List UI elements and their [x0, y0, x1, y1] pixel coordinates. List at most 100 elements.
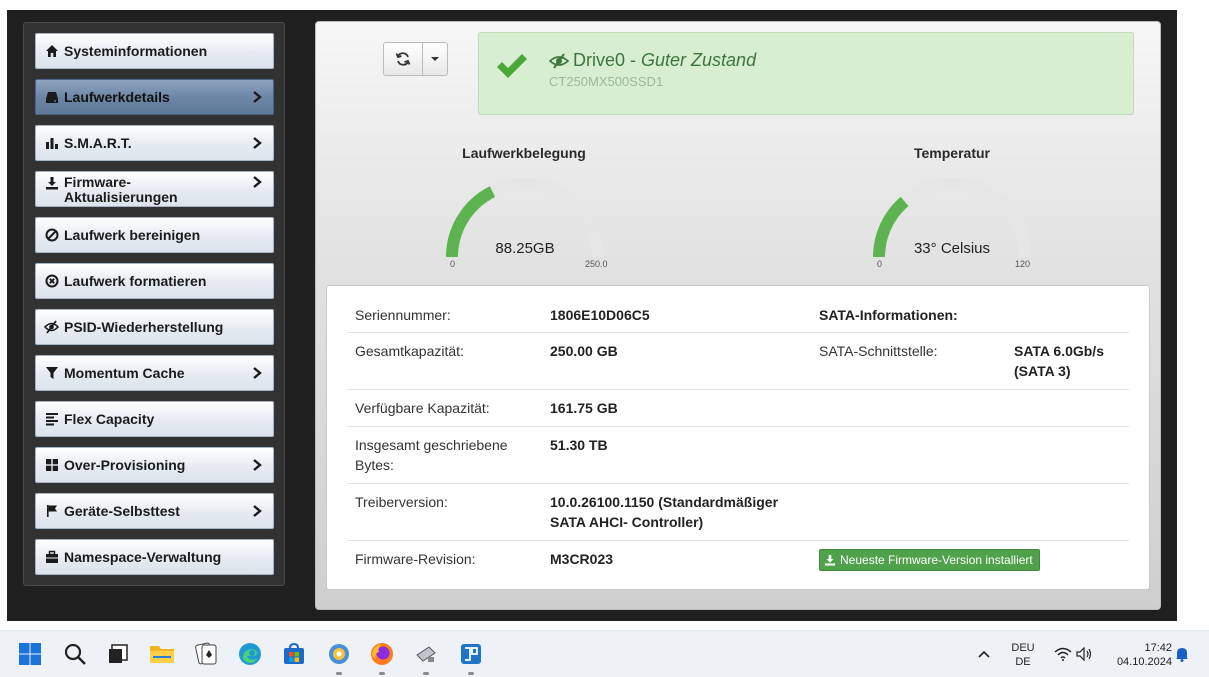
bar-chart-icon [44, 136, 59, 151]
sata-interface-line-1: SATA 6.0Gb/s [1014, 343, 1104, 359]
running-indicator [379, 672, 385, 675]
storage-executive-button[interactable] [458, 641, 484, 667]
written-value: 51.30 TB [550, 437, 608, 453]
firmware-status-text: Neueste Firmware-Version installiert [840, 553, 1033, 567]
clock-date: 04.10.2024 [1116, 656, 1172, 668]
sidebar-item-label: Flex Capacity [64, 410, 155, 427]
home-icon [44, 44, 59, 59]
refresh-options-dropdown[interactable] [423, 42, 448, 76]
serial-value: 1806E10D06C5 [550, 307, 650, 323]
sidebar-item-label: Namespace-Verwaltung [64, 548, 222, 565]
firefox-button[interactable] [369, 641, 395, 667]
table-row: Firmware-Revision: M3CR023 Neueste Firmw… [347, 541, 1129, 581]
drive-status-panel: Drive0 - Guter Zustand CT250MX500SSD1 [478, 32, 1134, 115]
firmware-status-badge[interactable]: Neueste Firmware-Version installiert [819, 549, 1040, 571]
usage-gauge-min: 0 [450, 259, 456, 269]
written-label-line-1: Insgesamt geschriebene [355, 437, 508, 453]
temperature-gauge-max: 120 [1015, 259, 1031, 269]
table-row: Seriennummer: 1806E10D06C5 SATA-Informat… [347, 296, 1129, 333]
usage-gauge-max: 250.0 [585, 259, 608, 269]
wifi-icon [1054, 647, 1072, 661]
windows-taskbar: DEU DE 17:42 04.10.2024 [0, 630, 1209, 677]
sidebar-item-laufwerk-formatieren[interactable]: Laufwerk formatieren [35, 263, 274, 299]
clock[interactable]: 17:42 04.10.2024 [1104, 641, 1172, 669]
search-button[interactable] [62, 641, 88, 667]
grid-icon [44, 458, 59, 473]
written-label: Insgesamt geschriebene Bytes: [355, 435, 508, 475]
label-line-2: Aktualisierungen [64, 189, 178, 205]
drive-name: Drive0 [573, 50, 626, 70]
sidebar-item-over-provisioning[interactable]: Over-Provisioning [35, 447, 274, 483]
driver-value: 10.0.26100.1150 (Standardmäßiger SATA AH… [550, 492, 778, 532]
chevron-right-icon [251, 175, 263, 189]
app-button-1[interactable] [326, 641, 352, 667]
circle-x-icon [44, 274, 59, 289]
sidebar-item-label: Laufwerk bereinigen [64, 226, 201, 243]
drive-details-table: Seriennummer: 1806E10D06C5 SATA-Informat… [326, 285, 1150, 590]
edge-browser-button[interactable] [237, 641, 263, 667]
start-button[interactable] [17, 641, 43, 667]
app-button-2[interactable] [413, 641, 439, 667]
sidebar-item-geraete-selbsttest[interactable]: Geräte-Selbsttest [35, 493, 274, 529]
usage-gauge-value: 88.25GB [495, 240, 555, 257]
notifications-button[interactable] [1172, 641, 1192, 667]
usb-drive-icon [416, 646, 436, 662]
sata-interface-label: SATA-Schnittstelle: [819, 343, 938, 359]
volume-icon [1076, 647, 1092, 661]
drive-icon [44, 90, 59, 105]
input-language-indicator[interactable]: DEU DE [1006, 641, 1040, 669]
sidebar-item-laufwerkdetails[interactable]: Laufwerkdetails [35, 79, 274, 115]
download-icon [44, 175, 59, 190]
drive-health-state: Guter Zustand [641, 50, 757, 70]
driver-value-line-1: 10.0.26100.1150 (Standardmäßiger [550, 494, 779, 510]
sidebar-item-momentum-cache[interactable]: Momentum Cache [35, 355, 274, 391]
sidebar-nav: Systeminformationen Laufwerkdetails S.M.… [23, 22, 285, 586]
globe-app-icon [329, 644, 349, 664]
sata-interface-value: SATA 6.0Gb/s (SATA 3) [1014, 341, 1104, 381]
sidebar-item-flex-capacity[interactable]: Flex Capacity [35, 401, 274, 437]
language-code: DEU [1011, 642, 1035, 654]
sidebar-item-namespace-verwaltung[interactable]: Namespace-Verwaltung [35, 539, 274, 575]
temperature-gauge-title: Temperatur [914, 145, 990, 161]
chevron-right-icon [251, 458, 263, 472]
windows-logo-icon [19, 643, 41, 665]
running-indicator [336, 672, 342, 675]
sidebar-item-label: Momentum Cache [64, 364, 185, 381]
sidebar-item-systeminformationen[interactable]: Systeminformationen [35, 33, 274, 69]
capacity-value: 250.00 GB [550, 343, 618, 359]
sidebar-item-label: Over-Provisioning [64, 456, 186, 473]
chevron-right-icon [251, 136, 263, 150]
check-icon [495, 51, 529, 86]
sidebar-item-label: Laufwerk formatieren [64, 272, 207, 289]
align-left-icon [44, 412, 59, 427]
refresh-button[interactable] [383, 42, 423, 76]
drive-model: CT250MX500SSD1 [549, 74, 664, 89]
available-label: Verfügbare Kapazität: [355, 400, 490, 416]
caret-down-icon [431, 57, 439, 61]
label-line-1: Firmware- [64, 174, 131, 190]
sidebar-item-psid-wiederherstellung[interactable]: PSID-Wiederherstellung [35, 309, 274, 345]
solitaire-button[interactable] [193, 641, 219, 667]
sidebar-item-laufwerk-bereinigen[interactable]: Laufwerk bereinigen [35, 217, 274, 253]
firmware-label: Firmware-Revision: [355, 551, 476, 567]
table-row: Treiberversion: 10.0.26100.1150 (Standar… [347, 484, 1129, 541]
network-volume-tray[interactable] [1050, 641, 1098, 667]
file-explorer-button[interactable] [149, 641, 175, 667]
show-hidden-icons-button[interactable] [973, 641, 995, 667]
sidebar-item-firmware-aktualisierungen[interactable]: Firmware- Aktualisierungen [35, 171, 274, 207]
sidebar-item-smart[interactable]: S.M.A.R.T. [35, 125, 274, 161]
capacity-label: Gesamtkapazität: [355, 343, 464, 359]
ban-icon [44, 228, 59, 243]
available-value: 161.75 GB [550, 400, 618, 416]
chevron-up-icon [978, 650, 990, 658]
task-view-button[interactable] [105, 641, 131, 667]
eye-slash-icon [44, 320, 59, 335]
temperature-gauge-value: 33° Celsius [913, 240, 991, 257]
microsoft-store-button[interactable] [281, 641, 307, 667]
sata-info-label: SATA-Informationen: [819, 307, 958, 323]
driver-value-line-2: SATA AHCI- Controller) [550, 514, 704, 530]
drive-status-title: Drive0 - Guter Zustand [549, 50, 756, 71]
storage-app-icon [461, 644, 481, 664]
bell-icon [1176, 648, 1188, 662]
cards-icon [195, 642, 217, 665]
